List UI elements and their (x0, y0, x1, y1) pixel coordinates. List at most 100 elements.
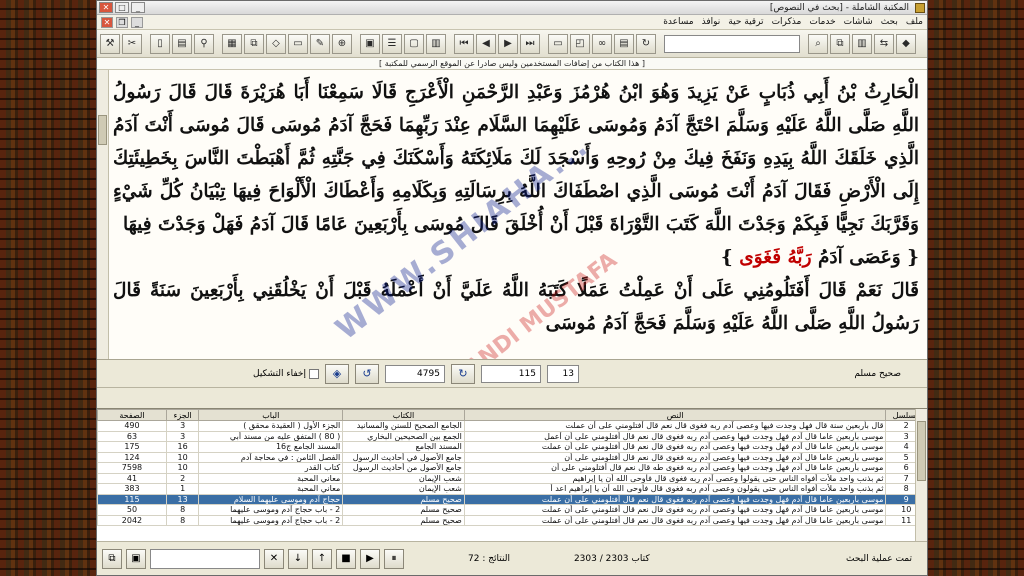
maximize-window-button[interactable]: □ (115, 2, 129, 13)
print-icon[interactable]: ▤ (614, 33, 634, 54)
archive-icon[interactable]: ◆ (896, 33, 916, 54)
open-folder-icon[interactable]: ◰ (570, 33, 590, 54)
pen-icon[interactable]: ✎ (310, 33, 330, 54)
table-cell: صحيح مسلم (342, 514, 465, 526)
mdi-minimize-button[interactable]: _ (131, 16, 143, 28)
play-icon[interactable]: ▶ (360, 548, 380, 569)
menu-search[interactable]: بحث (881, 17, 898, 27)
table-row[interactable]: 2042 8 2 - باب حجاج آدم وموسى عليهما صحيح م… (97, 514, 927, 526)
forward-icon[interactable]: ↻ (450, 363, 475, 384)
hadith-number-field[interactable]: 4795 (384, 364, 445, 383)
page-search-icon[interactable]: ⌕ (808, 33, 828, 54)
table-cell: قال بأربعين سنة قال فهل وجدت فيها وعصى آ… (463, 420, 887, 432)
table-row[interactable]: 41 2 معاني المحبة شعب الإيمان ثم بذنب واحد م… (97, 472, 927, 484)
down-icon[interactable]: ↓ (288, 548, 308, 569)
table-cell: جامع الأصول في أحاديث الرسول (342, 451, 465, 463)
main-toolbar: ⚒ ✂ ▯ ▤ ⚲ ▦ ⧉ ◇ ▭ ✎ ⊕ ▣ ☰ ▢ ▥ ⏮ ◀ ▶ ⏭ ▭ … (97, 30, 927, 58)
table-cell: 2042 (97, 514, 167, 526)
clipboard-icon[interactable]: ▦ (222, 33, 242, 54)
binoculars-icon[interactable]: ∞ (592, 33, 612, 54)
menu-windows[interactable]: نوافذ (702, 17, 721, 27)
new-doc-icon[interactable]: ▯ (150, 33, 170, 54)
table-row[interactable]: 50 8 2 - باب حجاج آدم وموسى عليهما صحيح مسل… (97, 504, 927, 516)
table-row[interactable]: 115 13 حجاج آدم وموسى عليهما السلام صحيح مس… (97, 493, 927, 505)
window-controls: ✕ □ _ (99, 2, 145, 13)
table-cell: 13 (165, 493, 200, 505)
table-scrollbar[interactable] (915, 409, 927, 542)
minimize-window-button[interactable]: _ (131, 2, 145, 13)
menu-services[interactable]: خدمات (809, 17, 835, 27)
save-icon[interactable]: ▣ (126, 548, 146, 569)
hide-tashkeel-checkbox[interactable]: إخفاء التشكيل (253, 368, 319, 379)
table-cell: 50 (97, 504, 167, 516)
table-cell: الجزء الأول ( العقيدة محقق ) (198, 420, 344, 432)
audio-icon[interactable]: ◈ (324, 363, 349, 384)
part-number-field[interactable]: 13 (546, 364, 579, 383)
up-icon[interactable]: ↑ (312, 548, 332, 569)
prev-page-icon[interactable]: ◀ (476, 33, 496, 54)
blank-icon[interactable]: ▢ (404, 33, 424, 54)
back-icon[interactable]: ↺ (354, 363, 379, 384)
copy-results-icon[interactable]: ⧉ (102, 548, 122, 569)
table-cell: صحيح مسلم (342, 504, 465, 516)
export-icon[interactable]: ⇆ (874, 33, 894, 54)
last-page-icon[interactable]: ⏭ (520, 33, 540, 54)
menu-live-update[interactable]: ترقية حية (728, 17, 763, 27)
table-cell: 10 (165, 451, 200, 463)
toolbar-search-input[interactable] (664, 34, 800, 53)
table-row[interactable]: 124 10 الفصل الثامن : في محاجة آدم جامع الأ… (97, 451, 927, 463)
bookshelf-background-right (928, 0, 1024, 576)
settings-icon[interactable]: ✂ (122, 33, 142, 54)
find-icon[interactable]: ⚲ (194, 33, 214, 54)
menu-file[interactable]: ملف (906, 17, 923, 27)
mdi-restore-button[interactable]: ❐ (116, 16, 128, 28)
table-cell: كتاب القدر (198, 462, 344, 474)
next-page-icon[interactable]: ▶ (498, 33, 518, 54)
table-row[interactable]: 63 3( 80 ) المتفق عليه من مسند أبي الجمع ب… (97, 430, 927, 442)
stop-icon[interactable]: ■ (336, 548, 356, 569)
col-page[interactable]: الصفحة (97, 409, 167, 421)
table-row[interactable]: 383 1 معاني المحبة شعب الإيمان ثم بذنب واحد … (97, 483, 927, 495)
col-chapter[interactable]: الباب (198, 409, 344, 421)
page-number-field[interactable]: 115 (480, 364, 541, 383)
table-row[interactable]: 7598 10 كتاب القدر جامع الأصول من أحاديث ال… (97, 462, 927, 474)
col-book[interactable]: الكتاب (342, 409, 465, 421)
book-icon[interactable]: ▥ (426, 33, 446, 54)
table-cell: الجمع بين الصحيحين البخاري (342, 430, 465, 442)
first-page-icon[interactable]: ⏮ (454, 33, 474, 54)
tag-icon[interactable]: ◇ (266, 33, 286, 54)
close-window-button[interactable]: ✕ (99, 2, 113, 13)
text-line: التَّوْرَاةَ قَبْلَ أَنْ أُخْلَقَ قَالَ … (122, 214, 660, 235)
reader-scrollbar[interactable] (97, 70, 109, 359)
table-cell: 2 (165, 472, 200, 484)
menu-screens[interactable]: شاشات (844, 17, 873, 27)
col-part[interactable]: الجزء (165, 409, 200, 421)
pause-icon[interactable]: ⏸ (384, 548, 404, 569)
list-icon[interactable]: ☰ (382, 33, 402, 54)
refresh-icon[interactable]: ↻ (636, 33, 656, 54)
menu-help[interactable]: مساعدة (663, 17, 693, 27)
table-cell: 10 (165, 462, 200, 474)
checkbox-box[interactable] (308, 368, 319, 379)
filter-input[interactable] (150, 548, 260, 569)
menu-notes[interactable]: مذكرات (772, 17, 802, 27)
col-text[interactable]: النص (463, 409, 887, 421)
folder-icon[interactable]: ▭ (288, 33, 308, 54)
mdi-controls: ✕ ❐ _ (101, 16, 143, 28)
library-icon[interactable]: ▥ (852, 33, 872, 54)
open-doc-icon[interactable]: ▤ (172, 33, 192, 54)
stamp-icon[interactable]: ⊕ (332, 33, 352, 54)
mdi-close-button[interactable]: ✕ (101, 16, 113, 28)
clear-icon[interactable]: ✕ (264, 548, 284, 569)
table-cell: موسى بأربعين عاما قال آدم فهل وجدت فيها … (463, 451, 887, 463)
table-cell: 124 (97, 451, 167, 463)
window-icon[interactable]: ▣ (360, 33, 380, 54)
monitor-icon[interactable]: ▭ (548, 33, 568, 54)
table-header: الصفحة الجزء الباب الكتاب النص مسلسل (97, 409, 927, 421)
docs-icon[interactable]: ⧉ (830, 33, 850, 54)
tools-icon[interactable]: ⚒ (100, 33, 120, 54)
table-cell: 7598 (97, 462, 167, 474)
copy-icon[interactable]: ⧉ (244, 33, 264, 54)
table-row[interactable]: 490 3 الجزء الأول ( العقيدة محقق ) الجامع ا… (97, 420, 927, 432)
table-row[interactable]: 175 16 المسند الجامع ج16 المسند الجامع موسى … (97, 441, 927, 453)
